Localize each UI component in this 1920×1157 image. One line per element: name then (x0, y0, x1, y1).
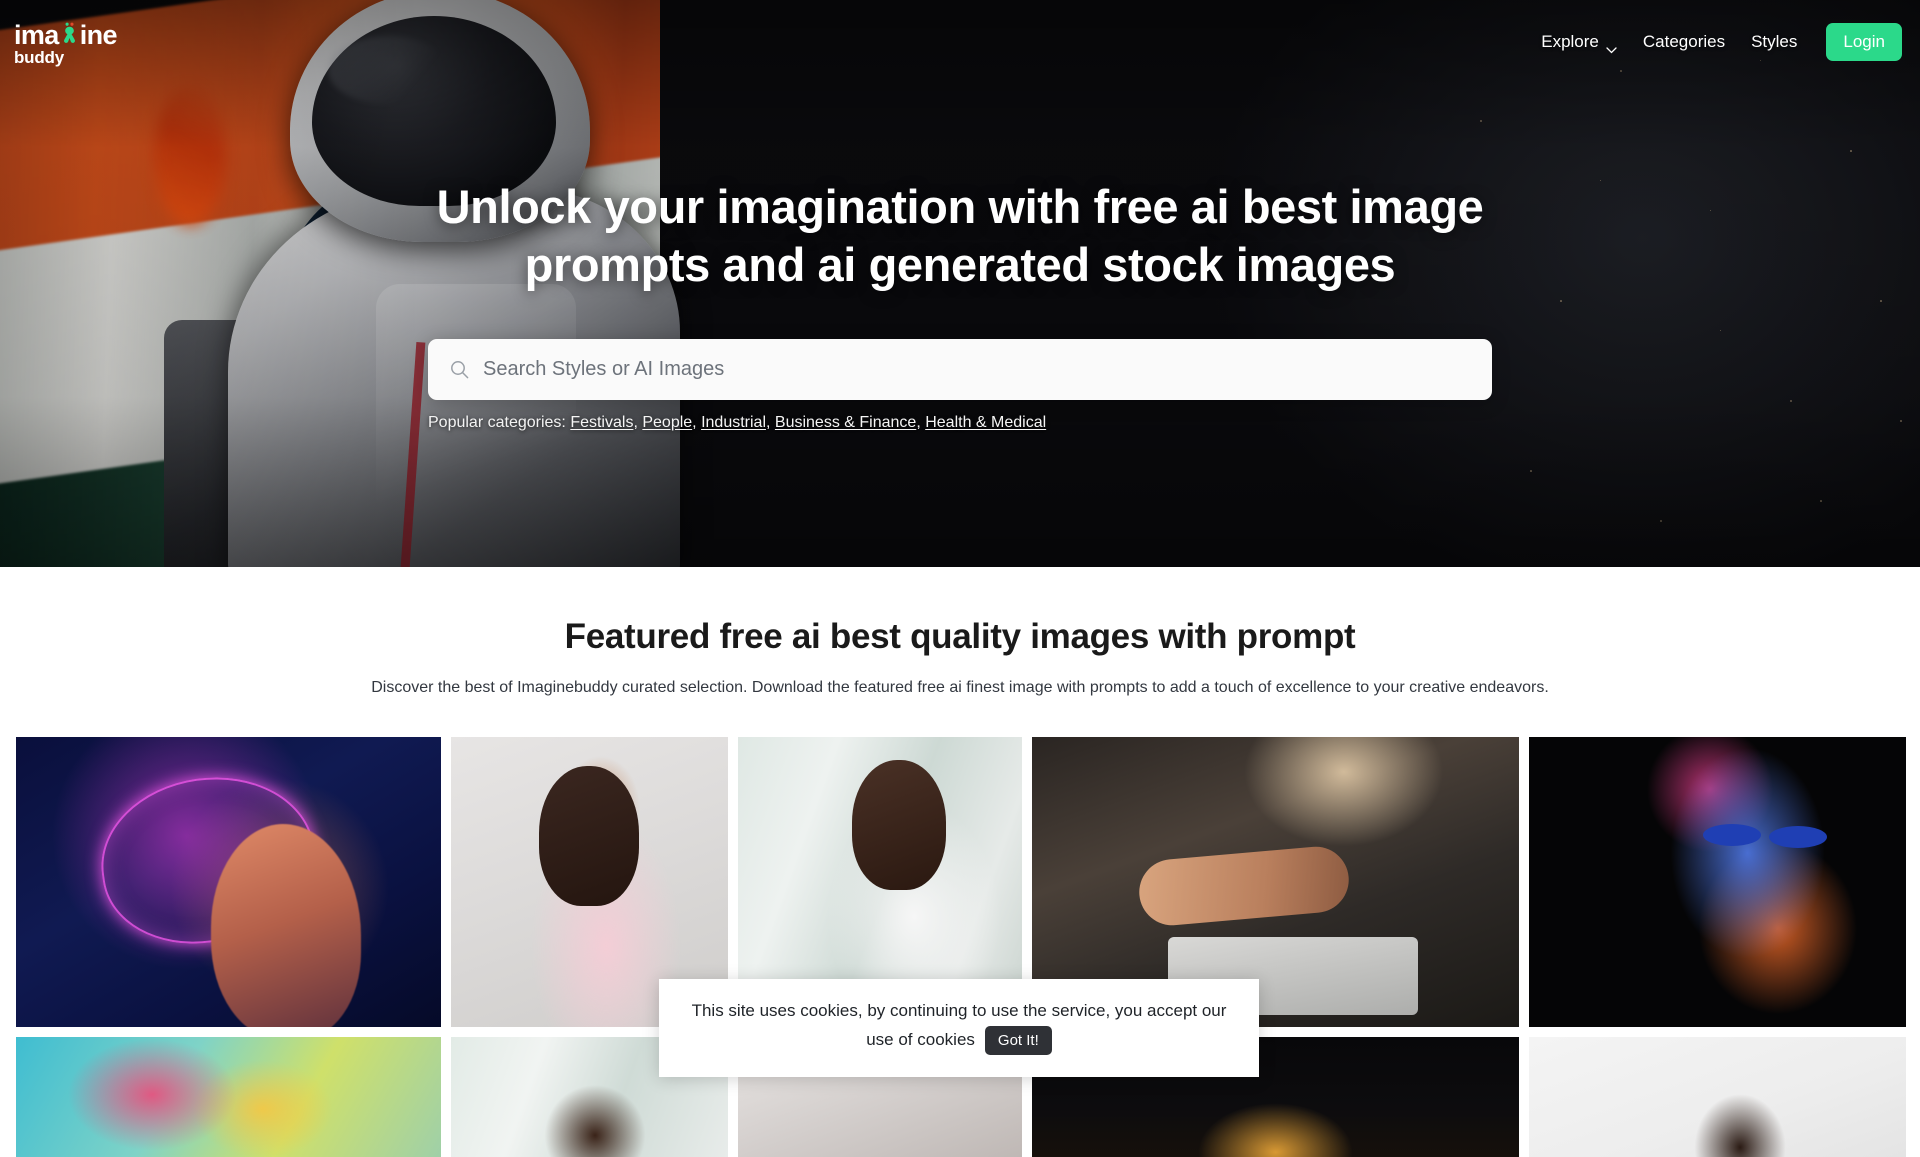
hero-headline: Unlock your imagination with free ai bes… (436, 180, 1484, 291)
search-bar[interactable] (428, 338, 1492, 400)
search-input[interactable] (483, 338, 1470, 400)
logo-mark-icon (60, 18, 79, 44)
nav-item-explore[interactable]: Explore (1541, 32, 1617, 53)
cookie-consent-banner: This site uses cookies, by continuing to… (659, 979, 1259, 1077)
chevron-down-icon (1606, 39, 1617, 53)
nav-categories-label: Categories (1642, 32, 1726, 51)
site-logo[interactable]: ima ine buddy (14, 18, 118, 67)
popular-categories-label: Popular categories: (428, 413, 566, 431)
gallery-tile-ai-neural-brain-woman[interactable] (16, 737, 441, 1027)
nav-item-styles[interactable]: Styles (1751, 32, 1797, 52)
hero-section: ima ine buddy Explore Categories Styles … (0, 0, 1920, 567)
hero-content: Unlock your imagination with free ai bes… (0, 178, 1920, 432)
gallery-column-5 (1529, 737, 1906, 1157)
popular-category-link-health-medical[interactable]: Health & Medical (925, 414, 1046, 431)
gallery-column-1 (16, 737, 441, 1157)
featured-section: Featured free ai best quality images wit… (0, 567, 1920, 697)
gallery-tile-holi-festival-colors[interactable] (16, 1037, 441, 1157)
search-icon (450, 360, 469, 379)
logo-text-part1: ima (14, 19, 59, 50)
gallery-column-3 (738, 737, 1022, 1157)
gallery-column-2 (450, 737, 729, 1157)
login-button[interactable]: Login (1826, 23, 1902, 61)
cookie-accept-button[interactable]: Got It! (984, 1025, 1052, 1055)
popular-category-link-industrial[interactable]: Industrial (701, 414, 766, 431)
nav-explore-label: Explore (1541, 32, 1599, 51)
gallery-tile-studio-portrait-woman[interactable] (1529, 1037, 1906, 1157)
popular-category-link-festivals[interactable]: Festivals (570, 414, 633, 431)
featured-subtitle: Discover the best of Imaginebuddy curate… (371, 679, 1549, 696)
popular-categories-links: Festivals, People, Industrial, Business … (570, 413, 1047, 431)
popular-categories: Popular categories: Festivals, People, I… (428, 414, 1492, 432)
gallery-tile-neon-face-paint-art[interactable] (1529, 737, 1906, 1027)
logo-subtext: buddy (14, 47, 64, 67)
image-gallery-grid (16, 737, 1906, 1157)
logo-text-part2: ine (79, 19, 118, 50)
nav-item-categories[interactable]: Categories (1643, 32, 1725, 52)
cookie-message: This site uses cookies, by continuing to… (691, 1001, 1227, 1049)
popular-category-link-business-finance[interactable]: Business & Finance (775, 414, 916, 431)
gallery-column-4 (1031, 737, 1520, 1157)
hero-search-area: Popular categories: Festivals, People, I… (428, 338, 1492, 432)
nav-links-group: Explore Categories Styles Login (1541, 23, 1902, 61)
nav-styles-label: Styles (1751, 32, 1798, 51)
featured-title: Featured free ai best quality images wit… (564, 617, 1356, 656)
top-navigation-bar: ima ine buddy Explore Categories Styles … (0, 0, 1920, 84)
popular-category-link-people[interactable]: People (642, 414, 692, 431)
